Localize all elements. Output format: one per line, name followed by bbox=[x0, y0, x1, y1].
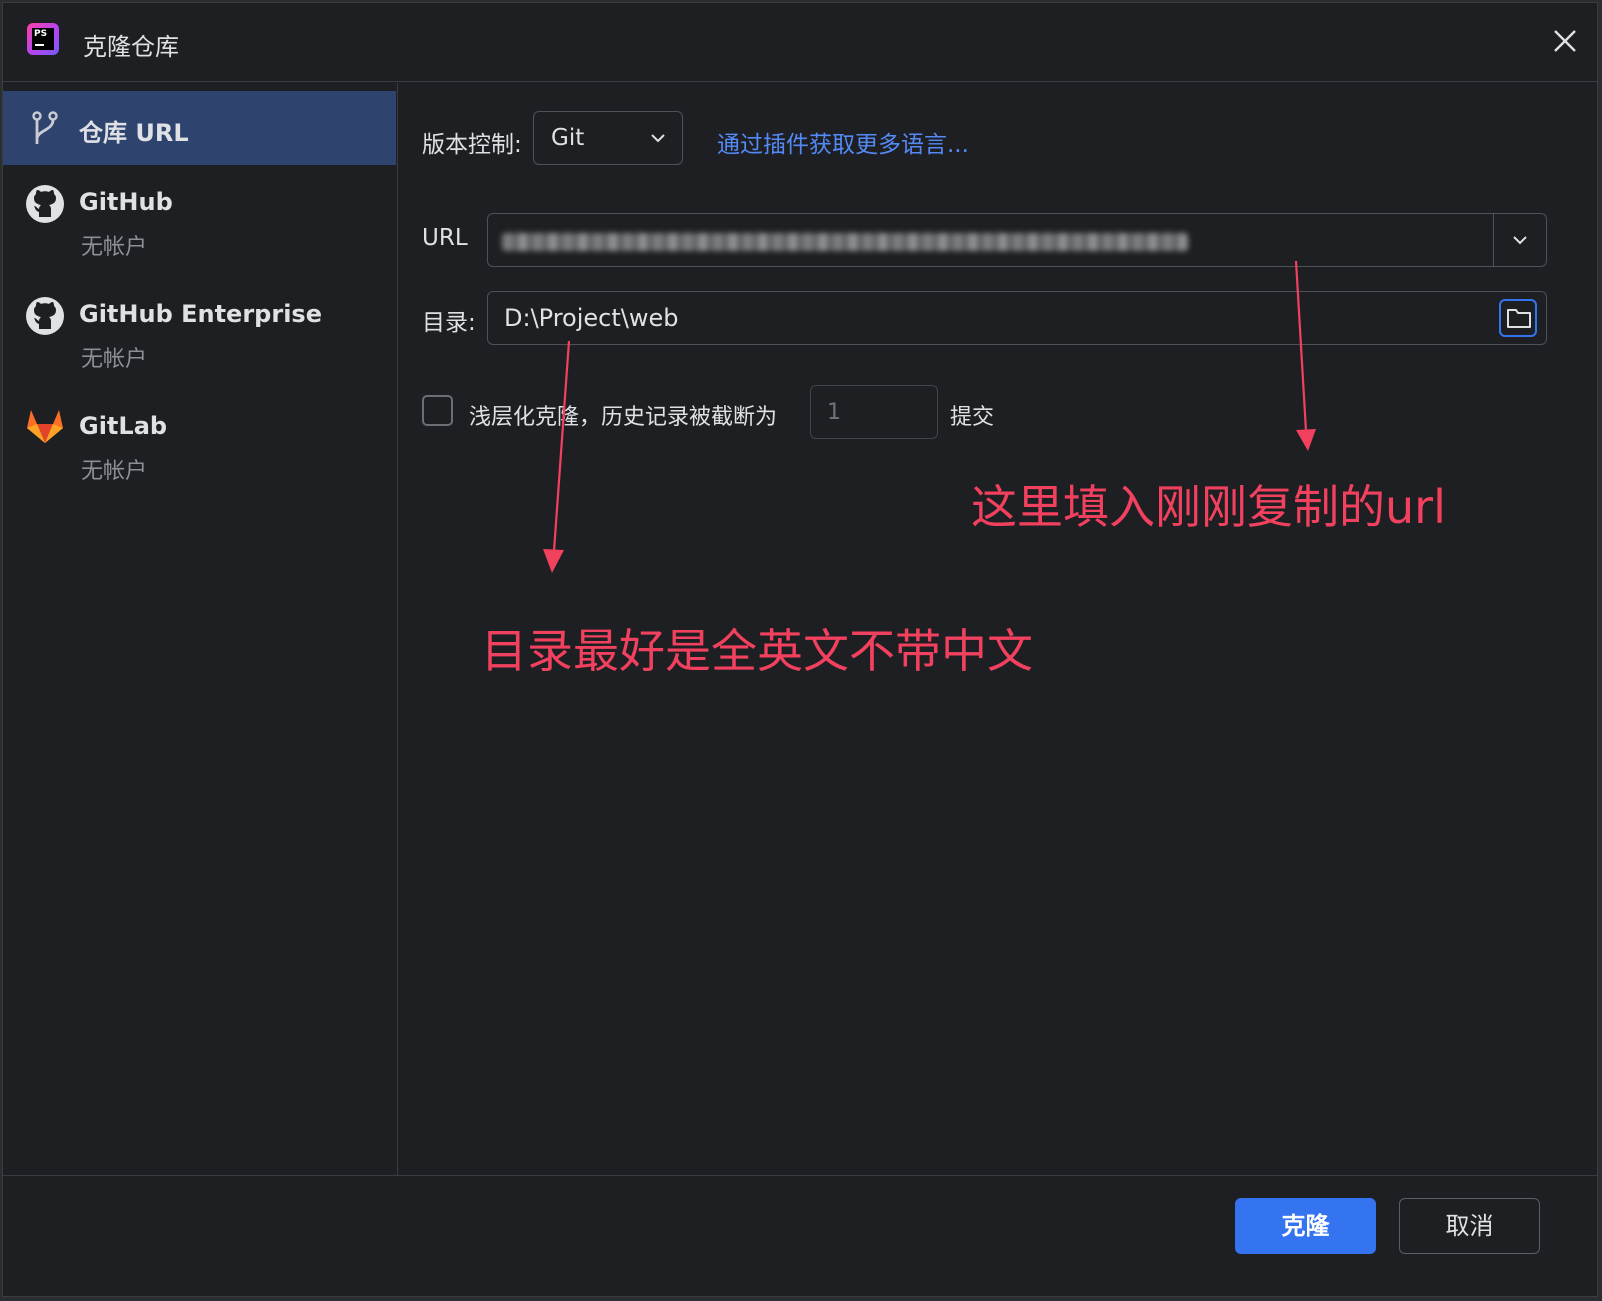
clone-button[interactable]: 克隆 bbox=[1235, 1198, 1376, 1254]
shallow-clone-checkbox[interactable] bbox=[422, 395, 453, 426]
sidebar-item-repository-url[interactable]: 仓库 URL bbox=[3, 91, 396, 165]
commits-label: 提交 bbox=[950, 405, 995, 430]
sidebar-item-label: 仓库 URL bbox=[79, 119, 189, 147]
account-status: 无帐户 bbox=[81, 347, 148, 372]
sidebar-item-label: GitLab bbox=[79, 412, 168, 440]
chevron-down-icon bbox=[651, 134, 665, 143]
app-logo-text: PS bbox=[34, 29, 48, 39]
sidebar-item-label: GitHub Enterprise bbox=[79, 300, 322, 328]
vcs-select[interactable]: Git bbox=[533, 111, 683, 165]
dialog-title: 克隆仓库 bbox=[83, 33, 179, 61]
depth-field bbox=[810, 385, 938, 439]
directory-annotation: 目录最好是全英文不带中文 bbox=[481, 624, 1033, 678]
sidebar-item-github[interactable]: GitHub 无帐户 bbox=[3, 173, 396, 283]
url-input[interactable] bbox=[487, 213, 1547, 267]
gitlab-icon bbox=[25, 406, 65, 446]
vcs-selected-value: Git bbox=[551, 125, 585, 151]
shallow-clone-label: 浅层化克隆，历史记录被截断为 bbox=[469, 405, 778, 430]
clone-depth-input[interactable] bbox=[827, 396, 927, 428]
close-icon[interactable] bbox=[1547, 23, 1583, 59]
branch-icon bbox=[25, 108, 65, 148]
account-status: 无帐户 bbox=[81, 459, 148, 484]
chevron-down-icon bbox=[1513, 236, 1527, 245]
sidebar-item-label: GitHub bbox=[79, 188, 173, 216]
folder-icon bbox=[1507, 309, 1531, 328]
url-label: URL bbox=[422, 225, 468, 251]
url-annotation: 这里填入刚刚复制的url bbox=[971, 480, 1446, 534]
dialog-footer: 克隆 取消 bbox=[3, 1175, 1597, 1296]
title-bar: PS 克隆仓库 bbox=[3, 3, 1597, 82]
account-status: 无帐户 bbox=[81, 235, 148, 260]
directory-field bbox=[487, 291, 1547, 345]
url-history-dropdown[interactable] bbox=[1493, 214, 1546, 266]
browse-folder-button[interactable] bbox=[1499, 299, 1537, 337]
plugin-languages-link[interactable]: 通过插件获取更多语言... bbox=[717, 125, 969, 159]
github-icon bbox=[25, 296, 65, 336]
sidebar-item-github-enterprise[interactable]: GitHub Enterprise 无帐户 bbox=[3, 285, 396, 395]
clone-form: 版本控制: Git 通过插件获取更多语言... URL 目录: D:\Proje… bbox=[399, 83, 1597, 1175]
github-icon bbox=[25, 184, 65, 224]
phpstorm-logo-icon: PS bbox=[27, 23, 59, 55]
vcs-label: 版本控制: bbox=[422, 132, 522, 158]
directory-label: 目录: bbox=[422, 310, 476, 336]
blurred-url-text bbox=[502, 233, 1188, 251]
directory-input[interactable] bbox=[504, 300, 1464, 336]
clone-repository-dialog: PS 克隆仓库 仓库 URL GitHub 无帐户 GitHub Enterpr… bbox=[2, 2, 1598, 1297]
cancel-button[interactable]: 取消 bbox=[1399, 1198, 1540, 1254]
source-sidebar: 仓库 URL GitHub 无帐户 GitHub Enterprise 无帐户 bbox=[3, 83, 398, 1175]
sidebar-item-gitlab[interactable]: GitLab 无帐户 bbox=[3, 397, 396, 507]
